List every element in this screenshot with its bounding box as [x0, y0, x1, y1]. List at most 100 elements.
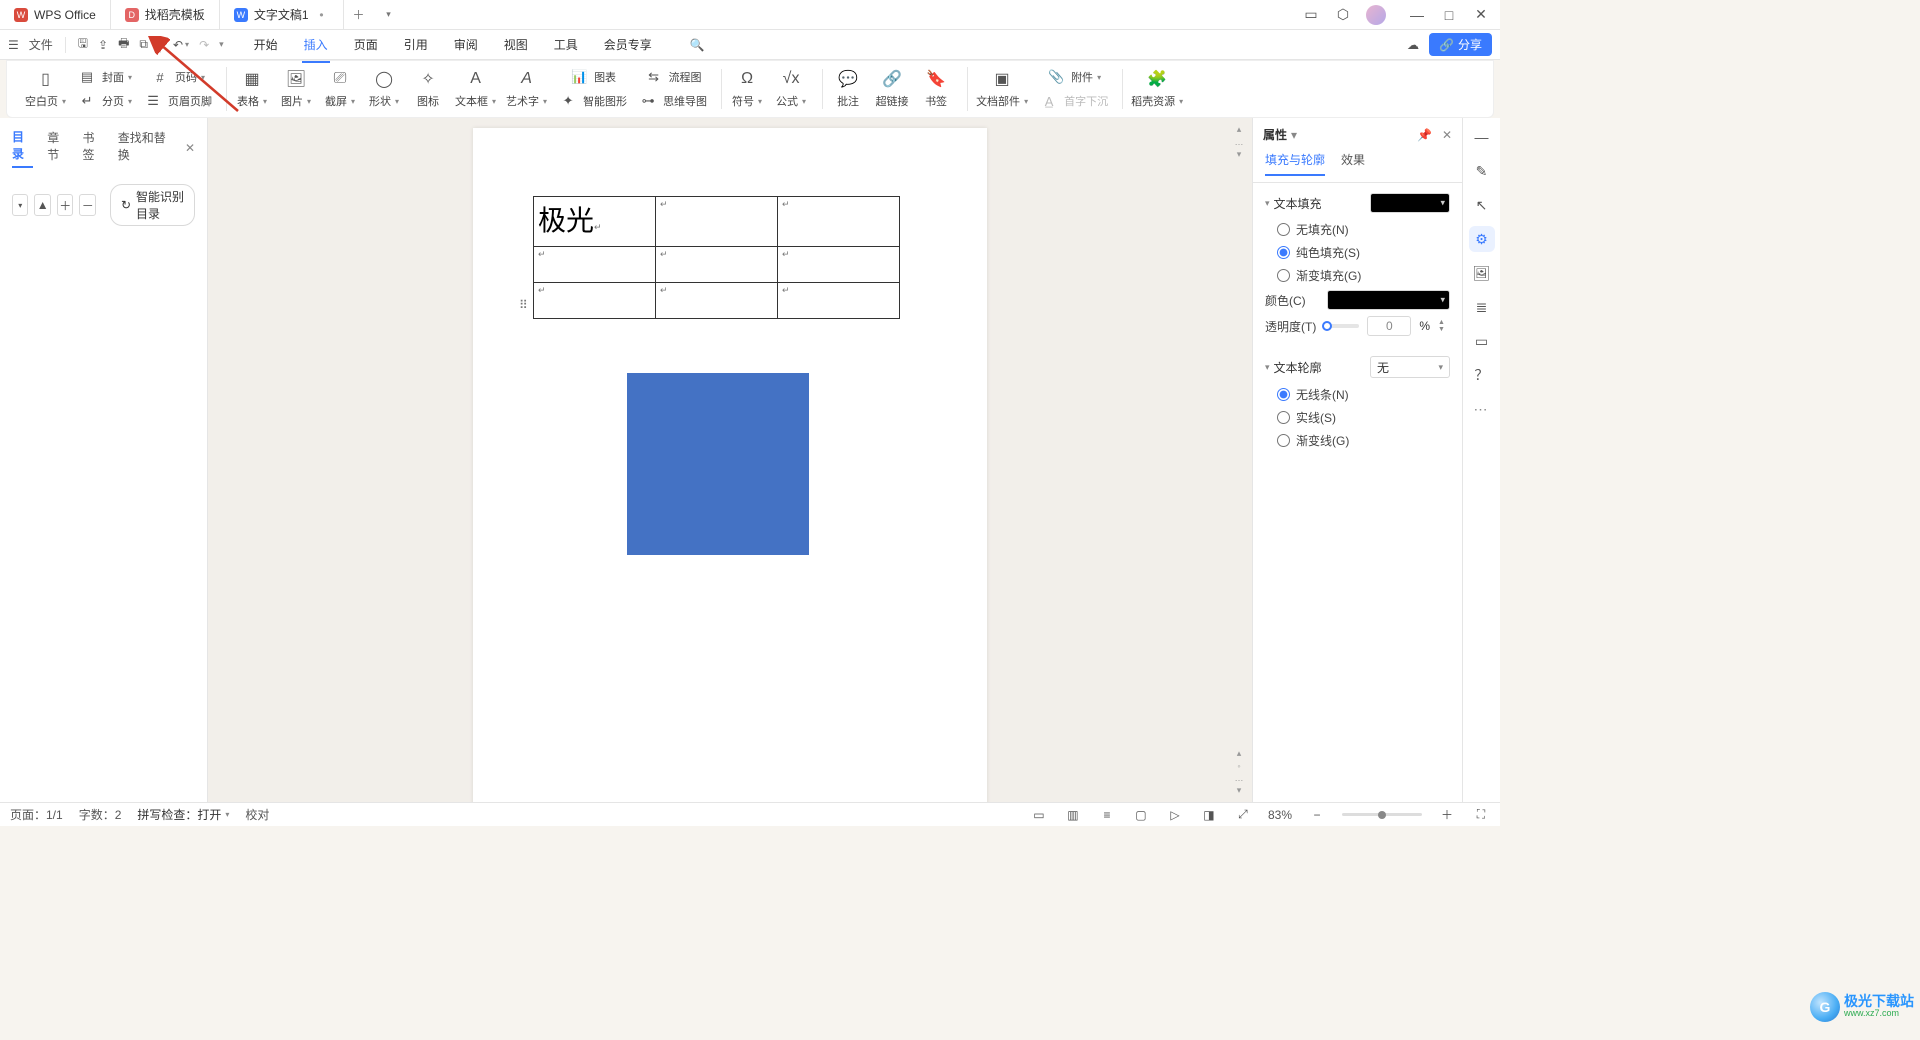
reading-mode-icon[interactable]: ▭	[1302, 6, 1320, 24]
rail-more-icon[interactable]: ⋯	[1469, 396, 1495, 422]
comment-button[interactable]: 💬批注	[831, 69, 865, 109]
view-outline-icon[interactable]: ≡	[1098, 806, 1116, 824]
zoom-out-icon[interactable]: −	[1308, 806, 1326, 824]
apps-icon[interactable]: ⬡	[1334, 6, 1352, 24]
outline-gradient-radio[interactable]: 渐变线(G)	[1277, 432, 1349, 449]
view-web-icon[interactable]: ▢	[1132, 806, 1150, 824]
ruler-bottom-handle[interactable]: ▴◦…▾	[1234, 748, 1244, 796]
menu-member[interactable]: 会员专享	[602, 32, 654, 57]
opacity-slider[interactable]	[1327, 324, 1359, 328]
equation-button[interactable]: √x公式	[774, 69, 808, 109]
outline-solid-radio[interactable]: 实线(S)	[1277, 409, 1336, 426]
bookmark-button[interactable]: 🔖书签	[919, 69, 953, 109]
docparts-button[interactable]: ▣文档部件	[976, 69, 1028, 109]
smart-toc-button[interactable]: ↻ 智能识别目录	[110, 184, 195, 226]
outline-none-radio[interactable]: 无线条(N)	[1277, 386, 1349, 403]
table-cell-text[interactable]: 极光	[538, 206, 594, 237]
opacity-stepper[interactable]: ▲▼	[1438, 319, 1450, 333]
toc-remove-button[interactable]: －	[79, 194, 95, 216]
panel-close-icon[interactable]: ✕	[1442, 128, 1452, 142]
fill-gradient-radio[interactable]: 渐变填充(G)	[1277, 267, 1361, 284]
rail-collapse-icon[interactable]: —	[1469, 124, 1495, 150]
toc-add-button[interactable]: ＋	[57, 194, 73, 216]
rail-edit-icon[interactable]: ✎	[1469, 158, 1495, 184]
view-read-icon[interactable]: ▷	[1166, 806, 1184, 824]
properties-dropdown-icon[interactable]: ▾	[1291, 128, 1297, 142]
cover-button[interactable]: ▤ 封面	[76, 67, 132, 87]
ruler-top-handle[interactable]: ▴…▾	[1234, 124, 1244, 144]
table-move-handle-icon[interactable]: ⠿	[519, 298, 529, 308]
status-spellcheck[interactable]: 拼写检查：打开▾	[137, 806, 229, 823]
zoom-value[interactable]: 83%	[1268, 808, 1292, 822]
search-icon[interactable]: 🔍	[690, 38, 705, 52]
symbol-button[interactable]: Ω符号	[730, 69, 764, 109]
nav-tab-chapter[interactable]: 章节	[47, 129, 68, 167]
view-focus-icon[interactable]: ◨	[1200, 806, 1218, 824]
export-icon[interactable]: ⇪	[98, 38, 108, 52]
shape-rectangle[interactable]	[627, 373, 809, 555]
cloud-sync-icon[interactable]: ☁	[1407, 38, 1419, 52]
menu-tool[interactable]: 工具	[552, 32, 580, 57]
rail-settings-icon[interactable]: ⚙	[1469, 226, 1495, 252]
toc-up-button[interactable]: ▲	[34, 194, 50, 216]
window-maximize-icon[interactable]: □	[1440, 6, 1458, 24]
shape-button[interactable]: ◯形状	[367, 69, 401, 109]
smartart-button[interactable]: ✦智能图形	[557, 91, 627, 111]
iconlib-button[interactable]: ✧图标	[411, 69, 445, 109]
nav-tab-findreplace[interactable]: 查找和替换	[118, 129, 171, 167]
rail-book-icon[interactable]: ▭	[1469, 328, 1495, 354]
picture-button[interactable]: 🖼图片	[279, 69, 313, 109]
tab-document-active[interactable]: W 文字文稿1 •	[220, 0, 344, 29]
fit-page-icon[interactable]: ⤢	[1234, 806, 1252, 824]
menu-insert[interactable]: 插入	[302, 32, 330, 57]
dropcap-button[interactable]: A̲首字下沉	[1038, 91, 1108, 111]
menu-reference[interactable]: 引用	[402, 32, 430, 57]
blank-page-button[interactable]: ▯ 空白页	[25, 69, 66, 109]
flowchart-button[interactable]: ⇆流程图	[637, 67, 707, 87]
status-words[interactable]: 字数：2	[79, 806, 122, 823]
window-close-icon[interactable]: ✕	[1472, 6, 1490, 24]
share-button[interactable]: 🔗 分享	[1429, 33, 1492, 56]
tab-wps-office[interactable]: W WPS Office	[0, 0, 111, 29]
outline-select[interactable]: 无▾	[1370, 356, 1450, 378]
fill-swatch[interactable]: ▾	[1370, 193, 1450, 213]
mindmap-button[interactable]: ⊶思维导图	[637, 91, 707, 111]
status-page[interactable]: 页面：1/1	[10, 806, 63, 823]
opacity-input[interactable]: 0	[1367, 316, 1411, 336]
chart-button[interactable]: 📊图表	[557, 67, 627, 87]
nav-tab-bookmark[interactable]: 书签	[83, 129, 104, 167]
resources-button[interactable]: 🧩稻壳资源	[1131, 69, 1183, 109]
rail-image-icon[interactable]: 🖼	[1469, 260, 1495, 286]
user-avatar[interactable]	[1366, 5, 1386, 25]
color-picker[interactable]: ▾	[1327, 290, 1450, 310]
status-proof[interactable]: 校对	[245, 806, 269, 823]
document-canvas[interactable]: ▴…▾ 极光↵ ↵ ↵ ↵↵↵ ↵↵↵ ⠿ ▴◦…▾	[208, 118, 1252, 802]
rail-layers-icon[interactable]: ≣	[1469, 294, 1495, 320]
save-icon[interactable]: 🖫	[78, 34, 88, 55]
rail-help-icon[interactable]: ？	[1469, 362, 1495, 388]
hyperlink-button[interactable]: 🔗超链接	[875, 69, 909, 109]
toc-level-dropdown[interactable]: ▾	[12, 194, 28, 216]
prop-tab-fill[interactable]: 填充与轮廓	[1265, 151, 1325, 176]
menu-review[interactable]: 审阅	[452, 32, 480, 57]
tab-template[interactable]: D 找稻壳模板	[111, 0, 220, 29]
hamburger-menu-icon[interactable]: ☰	[8, 38, 19, 52]
menu-view[interactable]: 视图	[502, 32, 530, 57]
window-minimize-icon[interactable]: —	[1408, 6, 1426, 24]
status-ime-icon[interactable]: ▭	[1030, 806, 1048, 824]
add-tab-button[interactable]: ＋	[344, 0, 374, 29]
view-page-icon[interactable]: ▥	[1064, 806, 1082, 824]
tab-menu-button[interactable]: ▾	[374, 0, 404, 29]
menu-page[interactable]: 页面	[352, 32, 380, 57]
screenshot-button[interactable]: ⎚截屏	[323, 69, 357, 109]
print-preview-icon[interactable]: ⧉	[139, 37, 148, 52]
pin-icon[interactable]: 📌	[1417, 128, 1432, 142]
fullscreen-icon[interactable]: ⛶	[1472, 806, 1490, 824]
print-icon[interactable]: 🖶	[118, 34, 129, 55]
zoom-slider[interactable]	[1342, 813, 1422, 816]
fill-solid-radio[interactable]: 纯色填充(S)	[1277, 244, 1360, 261]
nav-close-icon[interactable]: ✕	[185, 141, 195, 155]
document-table[interactable]: 极光↵ ↵ ↵ ↵↵↵ ↵↵↵	[533, 196, 900, 319]
rail-select-icon[interactable]: ↖	[1469, 192, 1495, 218]
file-menu[interactable]: 文件	[29, 36, 53, 53]
